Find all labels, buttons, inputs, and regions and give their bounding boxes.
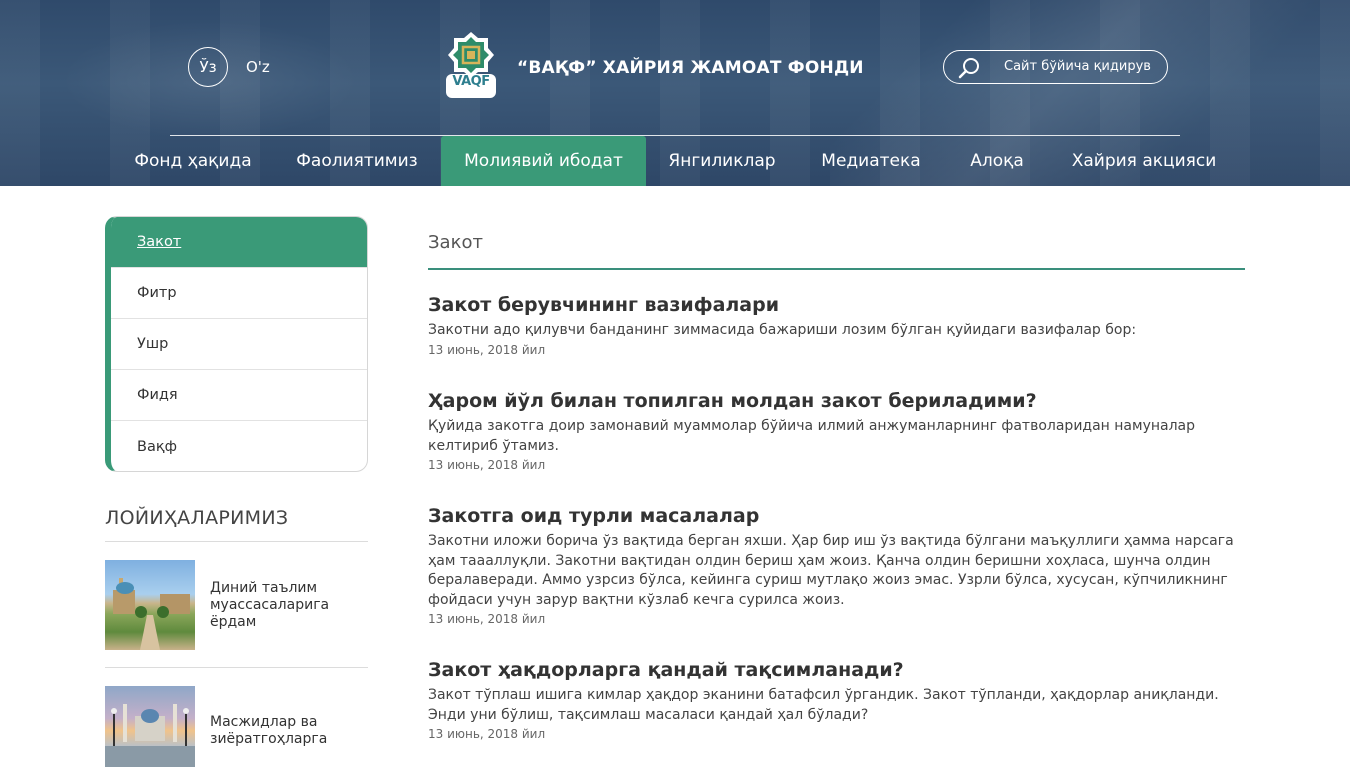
search-input[interactable]: Сайт бўйича қидирув [943,50,1168,84]
article-date: 13 июнь, 2018 йил [428,612,546,626]
page-title-underline [428,268,1245,270]
article-item: Закот берувчининг вазифалари Закотни адо… [428,293,1245,357]
article-date: 13 июнь, 2018 йил [428,727,546,741]
nav-item-activities[interactable]: Фаолиятимиз [290,136,424,186]
nav-item-about[interactable]: Фонд ҳақида [128,136,258,186]
nav-item-contact[interactable]: Алоқа [960,136,1034,186]
sidebar-item-zakat[interactable]: Закот [111,217,367,268]
site-title[interactable]: “ВАҚФ” ХАЙРИЯ ЖАМОАТ ФОНДИ [517,58,864,78]
article-item: Закот ҳақдорларга қандай тақсимланади? З… [428,658,1245,741]
article-title[interactable]: Закотга оид турли масалалар [428,504,1245,528]
search-placeholder: Сайт бўйича қидирув [1004,59,1151,74]
search-icon[interactable] [957,56,981,80]
sidebar-item-fitr[interactable]: Фитр [111,268,367,319]
project-image-mosques[interactable] [105,686,195,767]
projects-divider [105,541,368,542]
lang-cyrillic-button[interactable]: Ўз [188,47,228,87]
main-nav: Фонд ҳақида Фаолиятимиз Молиявий ибодат … [0,136,1350,186]
project-image-education[interactable] [105,560,195,650]
article-date: 13 июнь, 2018 йил [428,458,546,472]
project-title-education[interactable]: Диний таълим муассасаларига ёрдам [210,580,360,631]
nav-item-media[interactable]: Медиатека [812,136,930,186]
projects-divider [105,667,368,668]
article-summary: Закотни адо қилувчи банданинг зиммасида … [428,322,1137,338]
sidebar-item-fidya[interactable]: Фидя [111,370,367,421]
article-summary: Закот тўплаш ишига кимлар ҳақдор эканини… [428,687,1219,723]
nav-item-charity[interactable]: Хайрия акцияси [1066,136,1222,186]
article-summary: Закотни иложи борича ўз вақтида берган я… [428,533,1234,608]
nav-item-financial-worship[interactable]: Молиявий ибодат [441,136,646,186]
logo-text: VAQF [452,74,490,89]
sidebar-item-waqf[interactable]: Вақф [111,421,367,471]
article-summary: Қуйида закотга доир замонавий муаммолар … [428,418,1195,454]
article-title[interactable]: Закот ҳақдорларга қандай тақсимланади? [428,658,1245,682]
projects-heading: ЛОЙИҲАЛАРИМИЗ [105,507,289,529]
sidebar-menu: Закот Фитр Ушр Фидя Вақф [105,216,368,472]
lang-latin-button[interactable]: O'z [246,58,270,76]
project-title-mosques[interactable]: Масжидлар ва зиёратгоҳларга [210,714,360,748]
vaqf-logo[interactable]: VAQF [444,30,498,100]
article-item: Ҳаром йўл билан топилган молдан закот бе… [428,389,1245,472]
sidebar-item-ushr[interactable]: Ушр [111,319,367,370]
nav-item-news[interactable]: Янгиликлар [662,136,782,186]
article-date: 13 июнь, 2018 йил [428,342,546,357]
article-title[interactable]: Закот берувчининг вазифалари [428,293,1245,317]
article-item: Закотга оид турли масалалар Закотни илож… [428,504,1245,626]
article-title[interactable]: Ҳаром йўл билан топилган молдан закот бе… [428,389,1245,413]
page-title: Закот [428,232,483,253]
site-header: Ўз O'z VAQF “ВАҚФ” ХАЙРИЯ ЖАМОАТ ФОНДИ С… [0,0,1350,186]
